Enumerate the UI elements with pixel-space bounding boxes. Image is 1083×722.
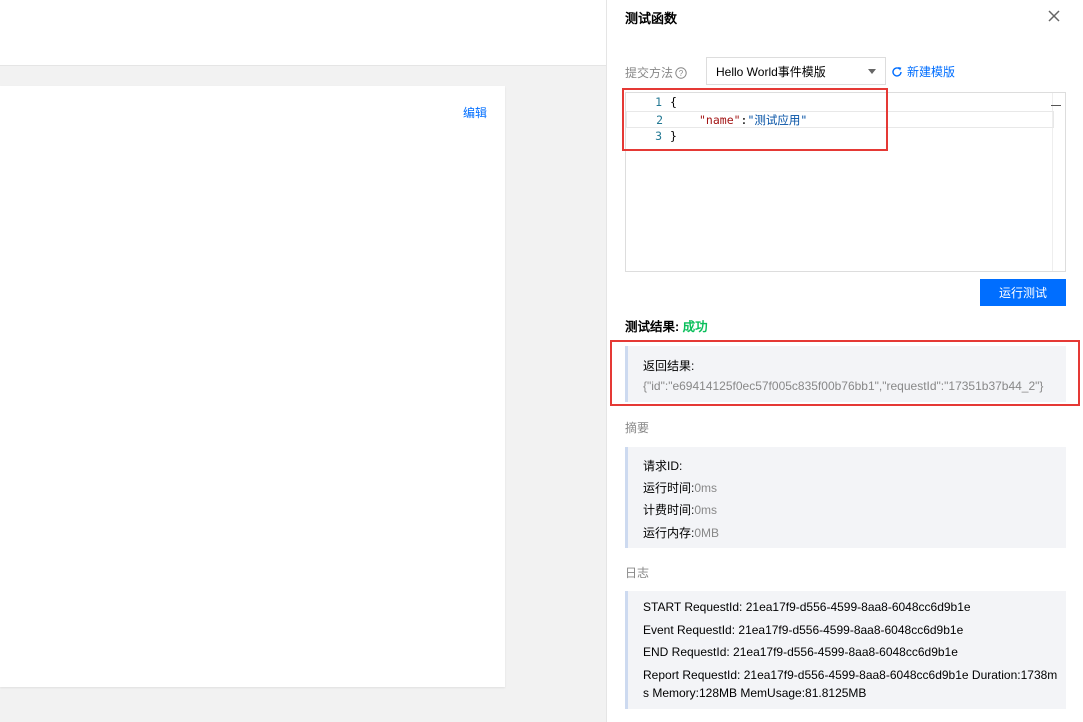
log-line: Report RequestId: 21ea17f9-d556-4599-8aa…	[643, 668, 1058, 682]
template-select[interactable]: Hello World事件模版	[706, 57, 886, 85]
code-text: }	[670, 129, 677, 143]
test-result-status: 成功	[682, 320, 708, 334]
close-button[interactable]	[1044, 6, 1064, 26]
billing-time-row: 计费时间:0ms	[643, 501, 717, 518]
return-result-block: 返回结果: {"id":"e69414125f0ec57f005c835f00b…	[625, 346, 1066, 402]
top-header-bar	[0, 0, 606, 66]
memory-label: 运行内存:	[643, 526, 695, 540]
log-line: END RequestId: 21ea17f9-d556-4599-8aa8-6…	[643, 645, 958, 659]
run-time-row: 运行时间:0ms	[643, 479, 717, 496]
editor-line: 1 {	[626, 94, 1054, 111]
test-function-drawer: 测试函数 提交方法 ? Hello World事件模版 新建模版 1 {2 "…	[606, 0, 1083, 722]
submit-method-label: 提交方法 ?	[625, 64, 687, 81]
json-key: "name"	[699, 113, 741, 127]
run-time-label: 运行时间:	[643, 481, 695, 495]
close-icon	[1048, 10, 1060, 22]
code-text: {	[670, 95, 677, 109]
line-number: 1	[655, 95, 662, 109]
submit-method-text: 提交方法	[625, 66, 674, 80]
billing-time-value: 0ms	[694, 503, 718, 517]
editor-line-active: 2 "name":"测试应用"	[626, 111, 1054, 128]
svg-text:?: ?	[679, 69, 684, 78]
log-line: s Memory:128MB MemUsage:81.8125MB	[643, 686, 867, 700]
summary-label: 摘要	[625, 421, 650, 435]
memory-value: 0MB	[694, 526, 720, 540]
event-json-editor[interactable]: 1 { 2 "name":"测试应用" 3 }	[625, 92, 1066, 272]
help-icon[interactable]: ?	[675, 66, 687, 79]
request-id-row: 请求ID:	[643, 457, 682, 474]
request-id-label: 请求ID:	[643, 459, 683, 473]
log-block: START RequestId: 21ea17f9-d556-4599-8aa8…	[625, 591, 1066, 709]
line-number: 3	[655, 129, 662, 143]
line-number: 2	[656, 113, 663, 127]
log-line: START RequestId: 21ea17f9-d556-4599-8aa8…	[643, 600, 971, 614]
edit-link[interactable]: 编辑	[463, 104, 487, 121]
memory-row: 运行内存:0MB	[643, 524, 719, 541]
log-line: Event RequestId: 21ea17f9-d556-4599-8aa8…	[643, 623, 964, 637]
drawer-title: 测试函数	[625, 11, 678, 26]
return-result-label: 返回结果:	[643, 359, 695, 373]
summary-block: 请求ID: 运行时间:0ms 计费时间:0ms 运行内存:0MB	[625, 447, 1066, 548]
editor-line: 3 }	[626, 128, 1054, 145]
json-value: "测试应用"	[747, 113, 808, 127]
code-text: "name":"测试应用"	[699, 112, 807, 129]
template-select-value: Hello World事件模版	[716, 64, 826, 79]
billing-time-label: 计费时间:	[643, 503, 695, 517]
refresh-icon	[891, 66, 903, 78]
log-label: 日志	[625, 566, 650, 580]
chevron-down-icon	[868, 69, 876, 74]
test-result-title: 测试结果: 成功	[625, 316, 708, 335]
run-time-value: 0ms	[694, 481, 718, 495]
function-config-card	[0, 86, 505, 687]
new-template-label: 新建模版	[907, 65, 956, 79]
new-template-link[interactable]: 新建模版	[891, 63, 955, 80]
run-test-button[interactable]: 运行测试	[980, 279, 1066, 306]
test-result-label: 测试结果:	[625, 320, 680, 334]
return-result-value: {"id":"e69414125f0ec57f005c835f00b76bb1"…	[643, 379, 1044, 393]
